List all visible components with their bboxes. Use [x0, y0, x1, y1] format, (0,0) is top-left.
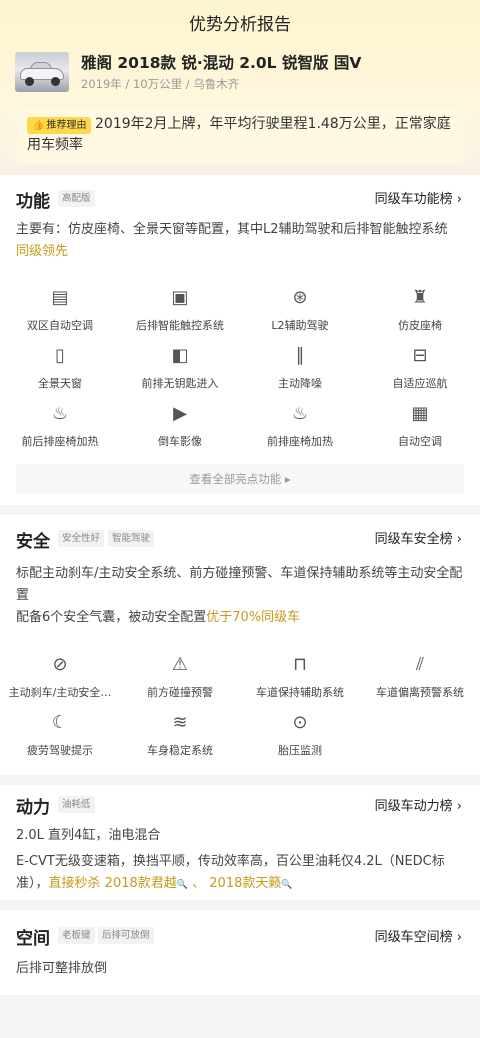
space-rank-link[interactable]: 同级车空间榜 › [375, 926, 462, 945]
function-card: 功能 高配版 同级车功能榜 › 主要有：仿皮座椅、全景天窗等配置，其中L2辅助驾… [0, 175, 480, 505]
function-feature-grid: ▤ 双区自动空调 ▣ 后排智能触控系统 ⊛ L2辅助驾驶 ♜ 仿皮座椅 ▯ 全景天窗 ◧ 前排无钥匙进… [0, 285, 480, 455]
parking-camera-icon: ▶ [173, 403, 187, 424]
space-desc: 后排可整排放倒 [16, 961, 108, 976]
feature-label: 前后排座椅加热 [21, 435, 99, 448]
feature-item[interactable]: ⫽ 车道偏离预警系统 [360, 652, 480, 700]
fatigue-icon: ☾ [51, 712, 69, 733]
safety-rank-link[interactable]: 同级车安全榜 › [375, 528, 462, 547]
space-tag-2: 后排可放倒 [98, 927, 154, 944]
feature-item[interactable]: ⊟ 自适应巡航 [360, 343, 480, 391]
recommend-reason-box: 2019年2月上牌，年平均行驶里程1.48万公里，正常家庭用车频率 👍 推荐理由 [15, 108, 465, 164]
feature-label: 双区自动空调 [27, 319, 93, 332]
cruise-icon: ⊟ [412, 345, 428, 366]
power-line-2: E-CVT无级变速箱，换挡平顺，传动效率高，百公里油耗仅4.2L（NEDC标准）… [16, 854, 445, 891]
seat-heating-icon: ♨ [51, 403, 69, 424]
compare-link-2[interactable]: 2018款天籁🔍 [209, 876, 292, 891]
stability-icon: ≋ [172, 712, 188, 733]
feature-item[interactable]: ⊙ 胎压监测 [240, 710, 360, 758]
car-summary: 雅阁 2018款 锐·混动 2.0L 锐智版 国V 2019年 / 10万公里 … [15, 50, 465, 95]
feature-label: L2辅助驾驶 [271, 319, 329, 332]
car-meta: 2019年 / 10万公里 / 乌鲁木齐 [81, 77, 240, 91]
safety-card: 安全 安全性好 智能驾驶 同级车安全榜 › 标配主动刹车/主动安全系统、前方碰撞… [0, 515, 480, 775]
feature-label: 仿皮座椅 [398, 319, 442, 332]
car-name: 雅阁 2018款 锐·混动 2.0L 锐智版 国V [81, 54, 362, 72]
recommend-reason-text: 2019年2月上牌，年平均行驶里程1.48万公里，正常家庭用车频率 [27, 116, 451, 153]
safety-tag-2: 智能驾驶 [108, 530, 155, 547]
feature-label: 前排无钥匙进入 [141, 377, 219, 390]
power-tag: 油耗低 [58, 796, 95, 813]
feature-item[interactable]: ♨ 前排座椅加热 [240, 401, 360, 449]
auto-ac-icon: ▦ [411, 403, 429, 424]
lane-keep-icon: ⊓ [292, 654, 308, 675]
feature-label: 车道保持辅助系统 [256, 686, 344, 699]
feature-label: 前排座椅加热 [267, 435, 333, 448]
feature-label: 主动降噪 [278, 377, 322, 390]
feature-item[interactable]: ∥ 主动降噪 [240, 343, 360, 391]
safety-desc-1: 标配主动刹车/主动安全系统、前方碰撞预警、车道保持辅助系统等主动安全配置 [16, 566, 463, 603]
feature-label: 车身稳定系统 [147, 744, 213, 757]
search-icon: 🔍 [281, 880, 293, 890]
feature-item[interactable]: ▯ 全景天窗 [0, 343, 120, 391]
feature-item[interactable]: ▤ 双区自动空调 [0, 285, 120, 333]
feature-item[interactable]: ⊘ 主动刹车/主动安全… [0, 652, 120, 700]
feature-label: 疲劳驾驶提示 [27, 744, 93, 757]
space-tag-1: 老板键 [58, 927, 95, 944]
safety-desc-2: 配备6个安全气囊，被动安全配置优于70%同级车 [16, 610, 301, 625]
tire-pressure-icon: ⊙ [292, 712, 308, 733]
function-tag: 高配版 [58, 190, 95, 207]
brake-warning-icon: ⊘ [52, 654, 68, 675]
space-title: 空间 [16, 929, 50, 949]
feature-item[interactable]: ♨ 前后排座椅加热 [0, 401, 120, 449]
compare-link-1[interactable]: 2018款君越🔍 [105, 876, 188, 891]
front-seat-heating-icon: ♨ [291, 403, 309, 424]
power-title: 动力 [16, 798, 50, 818]
hero-header: 优势分析报告 雅阁 2018款 锐·混动 2.0L 锐智版 国V 2019年 /… [0, 0, 480, 175]
feature-item[interactable]: ▦ 自动空调 [360, 401, 480, 449]
space-card: 空间 老板键 后排可放倒 同级车空间榜 › 后排可整排放倒 [0, 910, 480, 995]
sunroof-icon: ▯ [55, 345, 65, 366]
recommend-reason-badge: 👍 推荐理由 [27, 117, 92, 134]
safety-feature-grid: ⊘ 主动刹车/主动安全… ⚠ 前方碰撞预警 ⊓ 车道保持辅助系统 ⫽ 车道偏离预警系统 ☾ 疲劳驾… [0, 652, 480, 767]
feature-label: 主动刹车/主动安全… [8, 686, 112, 699]
car-door-icon: ◧ [171, 345, 189, 366]
feature-label: 后排智能触控系统 [136, 319, 224, 332]
power-line-1: 2.0L 直列4缸，油电混合 [16, 828, 161, 843]
feature-label: 胎压监测 [278, 744, 322, 757]
feature-item[interactable]: ⚠ 前方碰撞预警 [120, 652, 240, 700]
feature-item[interactable]: ☾ 疲劳驾驶提示 [0, 710, 120, 758]
power-rank-link[interactable]: 同级车动力榜 › [375, 795, 462, 814]
search-icon: 🔍 [176, 880, 188, 890]
feature-label: 全景天窗 [38, 377, 82, 390]
car-thumbnail [15, 52, 69, 92]
feature-label: 自适应巡航 [392, 377, 448, 390]
feature-item[interactable]: ▶ 倒车影像 [120, 401, 240, 449]
sound-wave-icon: ∥ [295, 345, 305, 366]
feature-label: 自动空调 [398, 435, 442, 448]
function-rank-link[interactable]: 同级车功能榜 › [375, 188, 462, 207]
feature-label: 车道偏离预警系统 [376, 686, 464, 699]
dual-zone-ac-icon: ▤ [51, 287, 69, 308]
steering-wheel-icon: ⊛ [292, 287, 308, 308]
power-card: 动力 油耗低 同级车动力榜 › 2.0L 直列4缸，油电混合 E-CVT无级变速… [0, 785, 480, 900]
lane-departure-icon: ⫽ [415, 654, 425, 675]
safety-tag-1: 安全性好 [58, 530, 105, 547]
seat-icon: ♜ [411, 287, 429, 308]
feature-item[interactable]: ⊛ L2辅助驾驶 [240, 285, 360, 333]
function-desc: 主要有：仿皮座椅、全景天窗等配置，其中L2辅助驾驶和后排智能触控系统 同级领先 [16, 222, 448, 259]
feature-label: 前方碰撞预警 [147, 686, 213, 699]
collision-warning-icon: ⚠ [171, 654, 189, 675]
feature-label: 倒车影像 [158, 435, 202, 448]
page-title: 优势分析报告 [189, 15, 291, 35]
feature-item[interactable]: ◧ 前排无钥匙进入 [120, 343, 240, 391]
function-title: 功能 [16, 192, 50, 212]
thumbs-up-icon: 👍 [32, 120, 45, 131]
feature-item[interactable]: ⊓ 车道保持辅助系统 [240, 652, 360, 700]
feature-item[interactable]: ≋ 车身稳定系统 [120, 710, 240, 758]
touch-control-icon: ▣ [171, 287, 189, 308]
view-all-features-button[interactable]: 查看全部亮点功能 ▸ [16, 464, 464, 494]
feature-item[interactable]: ▣ 后排智能触控系统 [120, 285, 240, 333]
safety-title: 安全 [16, 532, 50, 552]
feature-item[interactable]: ♜ 仿皮座椅 [360, 285, 480, 333]
